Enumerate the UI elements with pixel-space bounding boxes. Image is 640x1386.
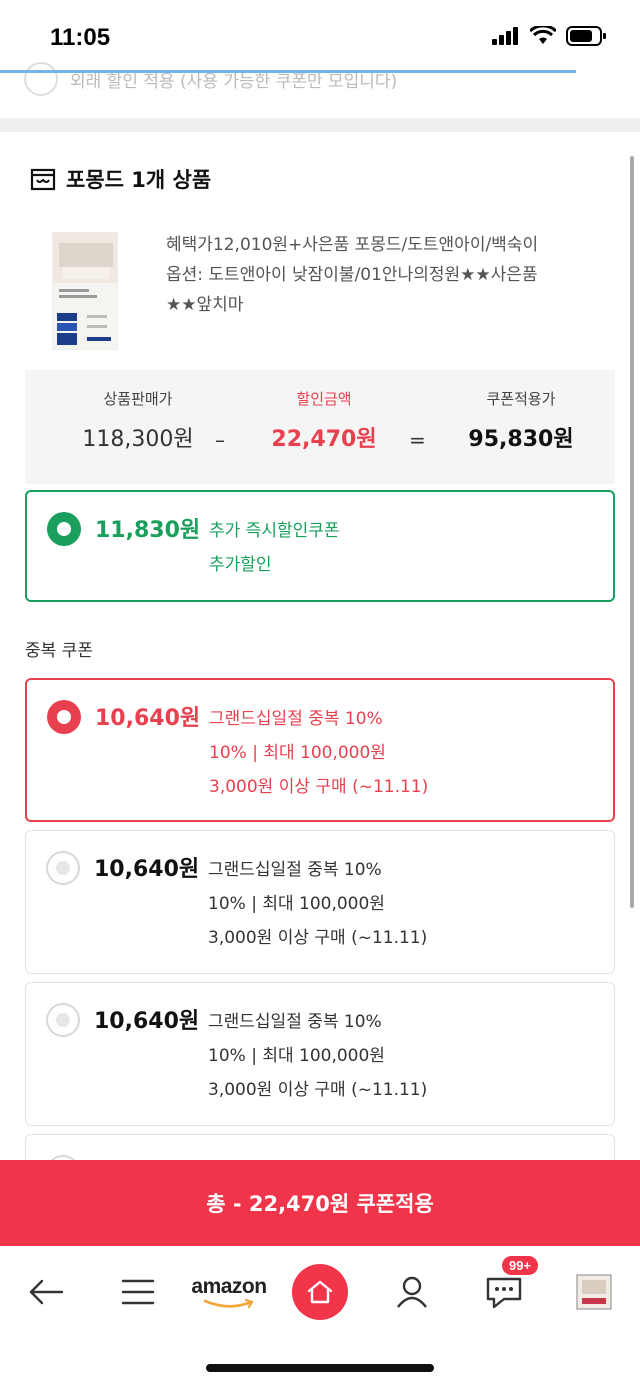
amazon-logo-text: amazon — [191, 1275, 267, 1298]
coupon-amount: 10,640원 — [94, 857, 200, 882]
product-info: 혜택가12,010원+사은품 포몽드/도트앤아이/백숙이 옵션: 도트앤아이 낮… — [166, 230, 616, 320]
wifi-icon — [530, 26, 556, 44]
coupon-price-col: 쿠폰적용가 95,830원 — [441, 388, 601, 453]
coupon-price-value: 95,830원 — [468, 427, 574, 452]
duplicate-coupon-label: 중복 쿠폰 — [25, 641, 93, 661]
radio-unselected-icon[interactable] — [46, 1003, 80, 1037]
sale-price-col: 상품판매가 118,300원 — [63, 388, 213, 453]
coupon-discount-info: 10% | 최대 100,000원 — [209, 743, 386, 763]
radio-selected-icon[interactable] — [47, 512, 81, 546]
home-button[interactable] — [290, 1264, 350, 1320]
section-divider — [0, 118, 640, 132]
loading-progress-bar — [0, 70, 576, 73]
coupon-price-label: 쿠폰적용가 — [486, 390, 556, 408]
menu-icon[interactable] — [118, 1264, 158, 1320]
coupon-discount-info: 10% | 최대 100,000원 — [208, 894, 385, 914]
coupon-title: 추가 즉시할인쿠폰 — [209, 521, 340, 541]
coupon-subtitle: 추가할인 — [209, 555, 272, 575]
minus-sign: – — [215, 428, 225, 452]
radio-selected-icon[interactable] — [47, 700, 81, 734]
scrollbar[interactable] — [630, 156, 634, 908]
status-time: 11:05 — [50, 24, 111, 51]
status-icons — [492, 26, 606, 46]
chat-badge: 99+ — [502, 1256, 539, 1275]
battery-icon — [566, 26, 606, 46]
coupon-details: 추가 즉시할인쿠폰 추가할인 — [209, 514, 340, 582]
user-icon[interactable] — [390, 1264, 434, 1320]
sale-price-label: 상품판매가 — [103, 390, 173, 408]
home-icon — [307, 1280, 333, 1304]
discount-label: 할인금액 — [296, 390, 352, 408]
coupon-details: 그랜드십일절 중복 10% 10% | 최대 100,000원 3,000원 이… — [208, 853, 427, 955]
coupon-amount: 10,640원 — [95, 706, 201, 731]
discount-value: 22,470원 — [271, 427, 377, 452]
coupon-condition: 3,000원 이상 구매 (~11.11) — [208, 1080, 428, 1100]
coupon-details: 그랜드십일절 중복 10% 10% | 최대 100,000원 3,000원 이… — [209, 702, 428, 804]
amazon-logo[interactable]: amazon — [188, 1264, 270, 1320]
coupon-condition: 3,000원 이상 구매 (~11.11) — [209, 777, 429, 797]
scrolled-option-row[interactable]: 외래 할인 적용 (사용 가능한 쿠폰만 모입니다) — [24, 62, 604, 96]
back-arrow-icon[interactable] — [24, 1264, 68, 1320]
store-name: 포몽드 1개 상품 — [66, 168, 212, 192]
coupon-title: 그랜드십일절 중복 10% — [209, 709, 383, 729]
apply-coupon-button[interactable]: 총 - 22,470원 쿠폰적용 — [0, 1160, 640, 1246]
coupon-condition: 3,000원 이상 구매 (~11.11) — [208, 928, 428, 948]
sale-price-value: 118,300원 — [82, 427, 194, 452]
product-name: 혜택가12,010원+사은품 포몽드/도트앤아이/백숙이 — [166, 235, 539, 255]
coupon-amount: 10,640원 — [94, 1009, 200, 1034]
product-thumbnail[interactable] — [52, 232, 118, 350]
amazon-smile-icon — [203, 1299, 254, 1309]
coupon-title: 그랜드십일절 중복 10% — [208, 1012, 382, 1032]
signal-icon — [492, 27, 518, 45]
recent-item-thumbnail[interactable] — [574, 1264, 614, 1320]
duplicate-coupon-card[interactable]: 10,640원 그랜드십일절 중복 10% 10% | 최대 100,000원 … — [25, 830, 615, 974]
store-icon — [30, 168, 56, 191]
product-option-cont: ★★앞치마 — [166, 295, 244, 315]
instant-coupon-card[interactable]: 11,830원 추가 즉시할인쿠폰 추가할인 — [25, 490, 615, 602]
coupon-amount: 11,830원 — [95, 518, 201, 543]
check-circle-icon — [24, 62, 58, 96]
coupon-title: 그랜드십일절 중복 10% — [208, 860, 382, 880]
duplicate-coupon-card[interactable]: 10,640원 그랜드십일절 중복 10% 10% | 최대 100,000원 … — [25, 982, 615, 1126]
equals-sign: = — [409, 428, 426, 452]
chat-icon[interactable]: 99+ — [480, 1256, 539, 1320]
discount-col: 할인금액 22,470원 — [249, 388, 399, 453]
price-summary: 상품판매가 118,300원 – 할인금액 22,470원 = 쿠폰적용가 95… — [25, 370, 615, 484]
product-option: 옵션: 도트앤아이 낮잠이불/01안나의정원★★사은품 — [166, 265, 538, 285]
duplicate-coupon-card[interactable]: 10,640원 그랜드십일절 중복 10% 10% | 최대 100,000원 … — [25, 678, 615, 822]
coupon-discount-info: 10% | 최대 100,000원 — [208, 1046, 385, 1066]
coupon-details: 그랜드십일절 중복 10% 10% | 최대 100,000원 3,000원 이… — [208, 1005, 427, 1107]
home-indicator — [206, 1364, 434, 1372]
radio-unselected-icon[interactable] — [46, 851, 80, 885]
store-section-title: 포몽드 1개 상품 — [30, 164, 211, 194]
